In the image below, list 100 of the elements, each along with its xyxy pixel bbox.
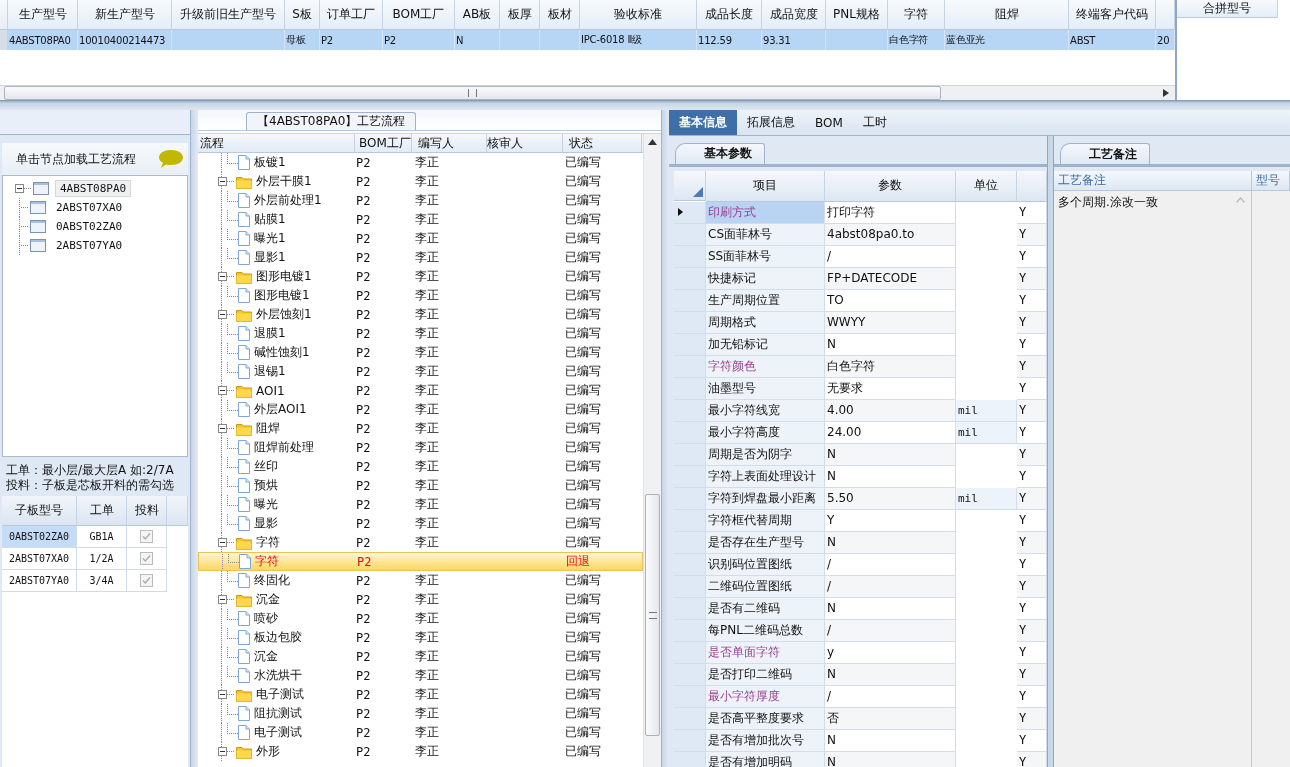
collapse-icon[interactable]: [218, 177, 227, 186]
tree-item[interactable]: 贴膜1: [250, 211, 286, 228]
column-header[interactable]: 验收标准: [580, 0, 697, 30]
checked-checkbox[interactable]: [140, 552, 153, 565]
column-header[interactable]: 板材: [540, 0, 580, 30]
tree-item[interactable]: 显影: [250, 515, 278, 532]
tab[interactable]: BOM: [805, 110, 853, 135]
row-header[interactable]: [674, 201, 706, 224]
column-header[interactable]: [167, 496, 188, 526]
column-header[interactable]: [1017, 170, 1047, 202]
table-cell: 字符框代替周期: [706, 509, 825, 532]
tree-item[interactable]: 电子测试: [252, 686, 304, 703]
tree-item[interactable]: 碱性蚀刻1: [250, 344, 310, 361]
tree-node[interactable]: 4ABST08PA0: [55, 180, 132, 197]
column-header[interactable]: 子板型号: [2, 496, 77, 526]
tree-item[interactable]: 终固化: [250, 572, 290, 589]
column-header[interactable]: 订单工厂: [320, 0, 383, 30]
tree-item[interactable]: 显影1: [250, 249, 286, 266]
tree-item[interactable]: 外层AOI1: [250, 401, 307, 418]
column-header[interactable]: BOM工厂: [355, 134, 412, 152]
collapse-icon[interactable]: [218, 747, 227, 756]
column-header[interactable]: 状态: [563, 134, 642, 152]
column-header[interactable]: 型号: [1252, 171, 1290, 191]
column-header[interactable]: 流程: [198, 134, 355, 152]
tree-item[interactable]: 预烘: [250, 477, 278, 494]
column-header[interactable]: 字符: [888, 0, 945, 30]
collapse-icon[interactable]: [218, 690, 227, 699]
horizontal-scrollbar[interactable]: [0, 85, 1175, 100]
column-header[interactable]: AB板: [455, 0, 500, 30]
tree-item[interactable]: 沉金: [252, 591, 280, 608]
tree-item[interactable]: 曝光: [250, 496, 278, 513]
column-header[interactable]: 终端客户代码: [1069, 0, 1156, 30]
tree-item[interactable]: 沉金: [250, 648, 278, 665]
column-header[interactable]: 新生产型号: [78, 0, 172, 30]
collapse-icon[interactable]: [218, 424, 227, 433]
tree-item[interactable]: 外层干膜1: [252, 173, 312, 190]
column-header[interactable]: 单位: [956, 170, 1017, 202]
table-cell: 否: [825, 707, 956, 730]
tree-node[interactable]: 0ABST02ZA0: [52, 219, 127, 234]
collapse-icon[interactable]: [218, 538, 227, 547]
tree-item[interactable]: AOI1: [252, 383, 285, 398]
tree-node[interactable]: 2ABST07XA0: [52, 200, 127, 215]
column-header[interactable]: 工单: [77, 496, 127, 526]
tree-item[interactable]: 板镀1: [250, 154, 286, 171]
tree-item[interactable]: 外层前处理1: [250, 192, 322, 209]
tree-item[interactable]: 水洗烘干: [250, 667, 302, 684]
column-header[interactable]: 核审人: [487, 134, 563, 152]
collapse-icon[interactable]: [218, 386, 227, 395]
column-header[interactable]: 升级前旧生产型号: [172, 0, 285, 30]
table-cell-text: 已编写: [564, 648, 602, 665]
tree-item[interactable]: 丝印: [250, 458, 278, 475]
tree-item[interactable]: 阻焊: [252, 420, 280, 437]
tree-item[interactable]: 板边包胶: [250, 629, 302, 646]
collapse-icon[interactable]: [218, 595, 227, 604]
table-row[interactable]: 字符 P2 回退: [198, 552, 643, 571]
tab[interactable]: 工艺备注: [1060, 143, 1150, 164]
column-header[interactable]: BOM工厂: [383, 0, 455, 30]
tree-item[interactable]: 喷砂: [250, 610, 278, 627]
column-header[interactable]: 工艺备注: [1054, 171, 1252, 191]
column-header[interactable]: 项目: [706, 170, 825, 202]
tree-item[interactable]: 外形: [252, 743, 280, 760]
tree-item[interactable]: 阻抗测试: [250, 705, 302, 722]
tree-item[interactable]: 曝光1: [250, 230, 286, 247]
tree-item[interactable]: 退锡1: [250, 363, 286, 380]
column-header[interactable]: 投料: [127, 496, 167, 526]
column-header[interactable]: 生产型号: [8, 0, 78, 30]
tree-node[interactable]: 2ABST07YA0: [52, 238, 127, 253]
collapse-icon[interactable]: [218, 272, 227, 281]
column-header[interactable]: 成品宽度: [762, 0, 826, 30]
tree-item[interactable]: 外层蚀刻1: [252, 306, 312, 323]
column-header[interactable]: S板: [285, 0, 320, 30]
column-header[interactable]: 合拼型号: [1177, 0, 1278, 18]
column-header[interactable]: 参数: [825, 170, 956, 202]
document-icon: [238, 193, 250, 208]
tree-item[interactable]: 电子测试: [250, 724, 302, 741]
splitter[interactable]: [1047, 136, 1054, 767]
tab[interactable]: 工时: [852, 110, 897, 135]
tree-item[interactable]: 图形电镀1: [252, 268, 312, 285]
collapse-icon[interactable]: [218, 310, 227, 319]
tree-item[interactable]: 退膜1: [250, 325, 286, 342]
column-header[interactable]: [1156, 0, 1175, 30]
scroll-up-icon[interactable]: [648, 139, 657, 145]
column-header[interactable]: 板厚: [500, 0, 540, 30]
tab[interactable]: 基本信息: [669, 110, 737, 135]
column-header[interactable]: 编写人: [412, 134, 487, 152]
column-header[interactable]: PNL规格: [826, 0, 888, 30]
splitter[interactable]: [190, 110, 198, 767]
vertical-scrollbar[interactable]: [643, 134, 661, 767]
checked-checkbox[interactable]: [140, 530, 153, 543]
column-header[interactable]: 成品长度: [697, 0, 762, 30]
column-header[interactable]: 阻焊: [945, 0, 1069, 30]
tab[interactable]: 拓展信息: [737, 110, 805, 135]
scroll-right-icon[interactable]: [1163, 89, 1169, 97]
tree-item[interactable]: 字符: [251, 553, 279, 570]
checked-checkbox[interactable]: [140, 574, 153, 587]
collapse-icon[interactable]: [15, 184, 24, 193]
tree-item[interactable]: 图形电镀1: [250, 287, 310, 304]
tab[interactable]: 基本参数: [675, 142, 765, 164]
tree-item[interactable]: 阻焊前处理: [250, 439, 314, 456]
tree-item[interactable]: 字符: [252, 534, 280, 551]
